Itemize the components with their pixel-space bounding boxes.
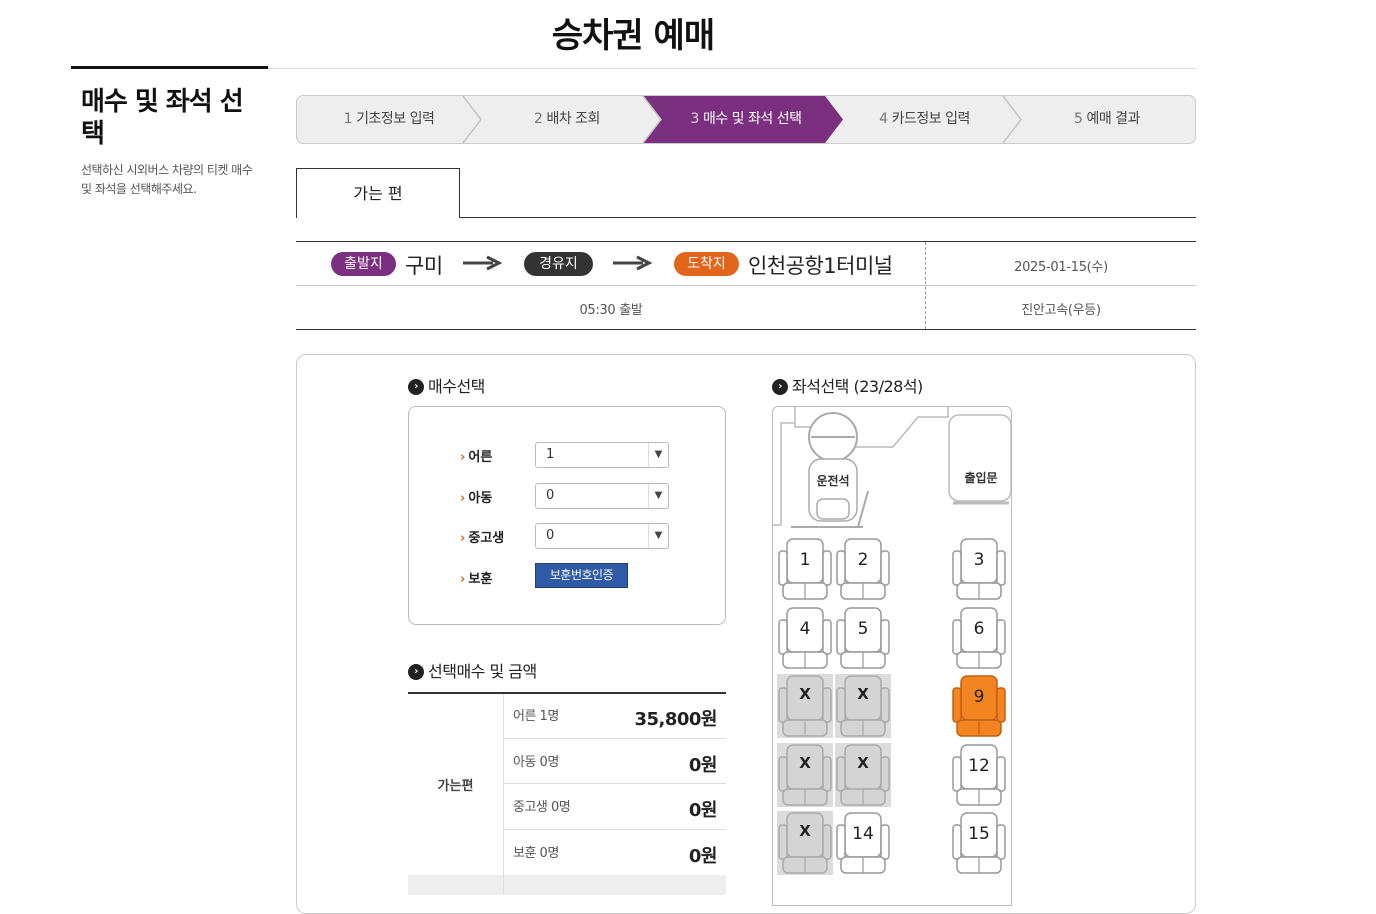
arrival-place: 인천공항1터미널 [748, 254, 893, 278]
child-label: › 아동 [460, 491, 493, 506]
step-2: 2 배차 조회 [534, 111, 600, 127]
chevron-right-icon: › [408, 664, 424, 680]
page-title: 승차권 예매 [551, 16, 715, 56]
section-title: 매수 및 좌석 선택 [81, 87, 244, 149]
price-row-value: 0원 [688, 755, 718, 776]
veteran-verify-button[interactable]: 보훈번호인증 [535, 563, 628, 588]
seat-5[interactable]: 5 [835, 606, 891, 670]
seat-number: 2 [857, 550, 869, 570]
seat-number: 15 [968, 824, 990, 844]
divider [503, 783, 726, 784]
seat-3[interactable]: 3 [951, 537, 1007, 601]
seat-number: 4 [799, 619, 811, 639]
seat-icon [777, 743, 833, 807]
seat-number: 14 [852, 824, 874, 844]
divider [296, 285, 1196, 286]
seat-number: X [799, 822, 811, 840]
seat-13: X [777, 811, 833, 875]
section-description: 선택하신 시외버스 차량의 티켓 매수 및 좌석을 선택해주세요. [81, 163, 253, 196]
step-4: 4 카드정보 입력 [879, 111, 970, 127]
departure-date: 2025-01-15(수) [1014, 260, 1108, 275]
arrow-right-icon [463, 255, 503, 271]
chevron-down-icon: ▼ [648, 484, 668, 508]
divider [296, 241, 1196, 242]
divider [408, 692, 726, 694]
step-1: 1 기초정보 입력 [343, 111, 435, 127]
price-row-label: 아동 0명 [513, 755, 559, 770]
price-row-value: 35,800원 [634, 709, 717, 730]
seat-number: 9 [973, 687, 985, 707]
bus-company: 진안고속(우등) [1021, 303, 1101, 318]
divider [503, 738, 726, 739]
via-badge: 경유지 [524, 252, 593, 276]
step-5: 5 예매 결과 [1074, 111, 1140, 127]
seat-number: X [857, 754, 869, 772]
seat-12[interactable]: 12 [951, 743, 1007, 807]
seat-11: X [835, 743, 891, 807]
seat-number: X [799, 754, 811, 772]
seat-6[interactable]: 6 [951, 606, 1007, 670]
seat-1[interactable]: 1 [777, 537, 833, 601]
chevron-down-icon: ▼ [648, 524, 668, 548]
seat-15[interactable]: 15 [951, 811, 1007, 875]
seat-number: X [799, 685, 811, 703]
departure-time: 05:30 출발 [579, 303, 643, 318]
price-row-label: 중고생 0명 [513, 800, 571, 815]
chevron-right-icon: › [408, 379, 424, 395]
seat-10: X [777, 743, 833, 807]
seat-icon [835, 674, 891, 738]
count-box [408, 406, 726, 625]
chevron-down-icon: ▼ [648, 443, 668, 467]
seat-icon [777, 811, 833, 875]
arrow-right-icon [613, 255, 653, 271]
seat-number: 5 [857, 619, 869, 639]
price-row-label: 어른 1명 [513, 709, 559, 724]
price-total-row [408, 875, 726, 895]
arrival-badge: 도착지 [674, 252, 739, 276]
adult-label: › 어른 [460, 450, 493, 465]
step-3: 3 매수 및 좌석 선택 [690, 111, 802, 127]
seat-8: X [835, 674, 891, 738]
seat-icon [835, 743, 891, 807]
seat-number: 12 [968, 756, 990, 776]
progress-steps: 1 기초정보 입력 2 배차 조회 3 매수 및 좌석 선택 4 카드정보 입력 5 예매… [296, 95, 1196, 144]
seat-9[interactable]: 9 [951, 674, 1007, 738]
tab-going[interactable]: 가는 편 [296, 168, 460, 218]
seat-2[interactable]: 2 [835, 537, 891, 601]
price-group-label: 가는편 [437, 779, 474, 794]
divider-accent [71, 66, 268, 69]
departure-badge: 출발지 [331, 252, 396, 276]
divider [503, 694, 504, 894]
price-row-value: 0원 [688, 800, 718, 821]
divider [296, 329, 1196, 330]
student-count-select[interactable]: 0 ▼ [535, 523, 669, 549]
departure-place: 구미 [405, 254, 443, 278]
chevron-right-icon: › [772, 379, 788, 395]
seat-7: X [777, 674, 833, 738]
count-section-title: › 매수선택 [408, 376, 485, 398]
veteran-label: › 보훈 [460, 572, 493, 587]
seat-number: 1 [799, 550, 811, 570]
seat-map: 운전석 출입문 1 2 3 4 5 6 X X 9 X X 12 X 14 15 [772, 406, 1012, 906]
child-count-select[interactable]: 0 ▼ [535, 483, 669, 509]
seat-number: 6 [973, 619, 985, 639]
price-section-title: › 선택매수 및 금액 [408, 661, 537, 683]
seat-14[interactable]: 14 [835, 811, 891, 875]
seats-layer: 1 2 3 4 5 6 X X 9 X X 12 X 14 15 [773, 407, 1011, 905]
seat-4[interactable]: 4 [777, 606, 833, 670]
price-row-value: 0원 [688, 846, 718, 867]
seat-section-title: › 좌석선택 (23/28석) [772, 376, 923, 398]
adult-count-select[interactable]: 1 ▼ [535, 442, 669, 468]
seat-number: 3 [973, 550, 985, 570]
divider [503, 829, 726, 830]
seat-number: X [857, 685, 869, 703]
seat-icon [777, 674, 833, 738]
student-label: › 중고생 [460, 531, 505, 546]
price-row-label: 보훈 0명 [513, 846, 559, 861]
